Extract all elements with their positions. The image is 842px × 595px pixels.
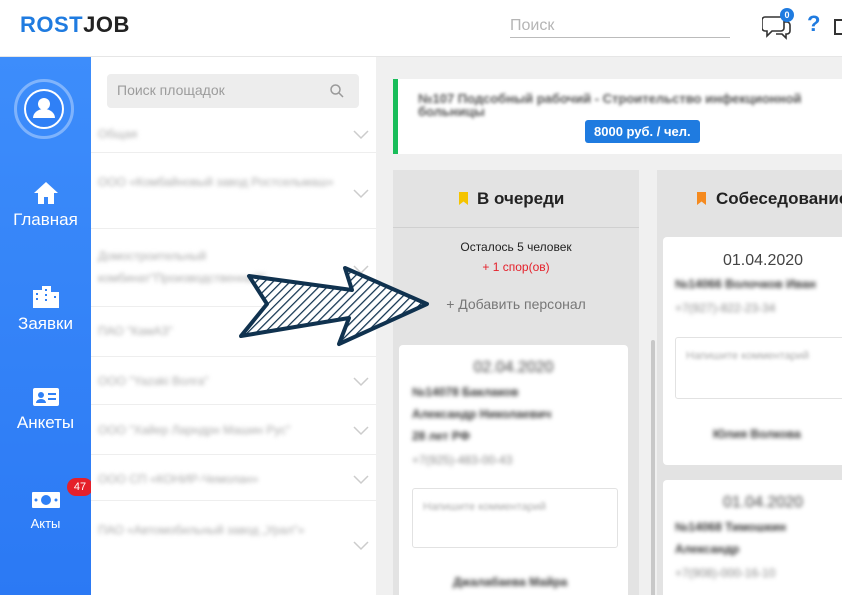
annotation-arrow-icon — [239, 266, 429, 346]
chevron-down-icon — [353, 377, 369, 387]
comment-field[interactable]: Напишите комментарий — [412, 488, 618, 548]
home-icon — [33, 182, 58, 204]
order-board: №107 Подсобный рабочий - Строительство и… — [376, 57, 842, 595]
id-card-icon — [32, 388, 59, 406]
global-search-input[interactable] — [510, 14, 730, 38]
candidate-card[interactable]: 01.04.2020 №14068 Тимошкин Александр +7(… — [663, 480, 842, 595]
sidebar-item-label: Заявки — [18, 314, 73, 333]
chat-count-badge: 0 — [780, 8, 794, 22]
column-title: Собеседование — [716, 189, 842, 208]
bookmark-icon — [459, 192, 468, 205]
candidate-number: №14078 Баклаков — [412, 385, 519, 399]
candidate-phone: +7(927)-822-23-34 — [675, 301, 776, 315]
job-title: №107 Подсобный рабочий - Строительство и… — [418, 91, 802, 119]
column-scrollbar[interactable] — [651, 340, 655, 595]
logo-part-rost: ROST — [20, 12, 84, 37]
platform-item-label: ООО «Комбайновый завод Ростсельмаш» — [98, 175, 334, 189]
sidebar-item-label: Анкеты — [16, 413, 75, 432]
queue-column: В очереди Осталось 5 человек + 1 спор(ов… — [393, 170, 655, 595]
candidate-card[interactable]: 02.04.2020 №14078 Баклаков Александр Ник… — [399, 345, 628, 595]
sidebar-item-requests[interactable]: Заявки — [0, 284, 91, 334]
platform-item[interactable]: ПАО «Автомобильный завод „Урал"» — [91, 501, 376, 595]
platform-item[interactable]: ООО "Yazaki Волга" — [91, 357, 376, 405]
logo-part-job: JOB — [83, 12, 130, 37]
platform-item-label: ООО "Хайер Ларндрн Машин Рус" — [98, 423, 291, 437]
comment-placeholder: Напишите комментарий — [423, 501, 547, 513]
chevron-down-icon — [353, 189, 369, 199]
platform-item-label: ООО СП «КОНИР-Чемолан» — [98, 472, 259, 486]
platform-item[interactable]: ООО СП «КОНИР-Чемолан» — [91, 455, 376, 501]
help-button[interactable]: ? — [807, 11, 820, 37]
bookmark-icon — [697, 192, 706, 205]
assigned-person: Юлия Волкова — [713, 427, 801, 441]
app-logo[interactable]: ROSTJOB — [20, 12, 130, 38]
sidebar-item-profiles[interactable]: Анкеты — [0, 385, 91, 433]
card-date: 01.04.2020 — [722, 494, 804, 511]
column-title: В очереди — [477, 189, 565, 208]
acts-count-badge: 47 — [67, 478, 93, 496]
search-icon[interactable] — [329, 83, 345, 99]
chevron-down-icon — [353, 475, 369, 485]
user-icon — [33, 98, 55, 118]
building-icon — [32, 286, 59, 308]
platform-item-label: Общая — [98, 127, 138, 141]
user-avatar[interactable] — [14, 79, 74, 139]
platform-item[interactable]: ООО «Комбайновый завод Ростсельмаш» — [91, 153, 376, 229]
money-icon — [31, 492, 60, 508]
sidebar-item-label: Главная — [13, 210, 78, 229]
candidate-card[interactable]: 01.04.2020 №14066 Волочков Иван +7(927)-… — [663, 237, 842, 465]
main-sidebar: Главная Заявки Анкеты Акты — [0, 57, 91, 595]
candidate-age: 28 лет РФ — [412, 429, 470, 443]
sidebar-item-label: Акты — [30, 516, 61, 531]
platform-item[interactable]: Общая — [91, 117, 376, 153]
chevron-down-icon — [353, 541, 369, 551]
chevron-down-icon — [353, 426, 369, 436]
sidebar-item-home[interactable]: Главная — [0, 180, 91, 230]
chevron-down-icon — [353, 130, 369, 140]
interview-column: Собеседование 01.04.2020 №14066 Волочков… — [657, 170, 842, 595]
candidate-phone: +7(908)-000-16-10 — [675, 566, 776, 580]
exit-icon[interactable] — [834, 19, 842, 35]
platform-item[interactable]: ООО "Хайер Ларндрн Машин Рус" — [91, 405, 376, 455]
candidate-number: №14068 Тимошкин — [675, 520, 787, 534]
card-date: 01.04.2020 — [722, 252, 804, 269]
platform-search-input[interactable] — [117, 82, 317, 98]
candidate-name: Александр Николаевич — [412, 407, 552, 421]
platform-search[interactable] — [107, 74, 359, 108]
comment-field[interactable]: Напишите комментарий — [675, 337, 842, 399]
remaining-count: Осталось 5 человек — [460, 240, 572, 254]
top-header: ROSTJOB 0 ? — [0, 0, 842, 57]
column-header: В очереди — [393, 170, 639, 227]
job-card[interactable]: №107 Подсобный рабочий - Строительство и… — [393, 79, 842, 154]
price-badge: 8000 руб. / чел. — [585, 120, 700, 143]
card-date: 02.04.2020 — [473, 359, 554, 376]
candidate-number: №14066 Волочков Иван — [675, 277, 816, 291]
candidate-name: Александр — [675, 542, 740, 556]
comment-placeholder: Напишите комментарий — [686, 350, 810, 362]
assigned-person: Джалабаева Майра — [453, 575, 568, 589]
platform-item-label: ООО "Yazaki Волга" — [98, 374, 209, 388]
candidate-phone: +7(925)-483-00-43 — [412, 453, 513, 467]
platform-item-label: ПАО «Автомобильный завод „Урал"» — [98, 523, 305, 537]
column-header: Собеседование — [657, 170, 842, 227]
